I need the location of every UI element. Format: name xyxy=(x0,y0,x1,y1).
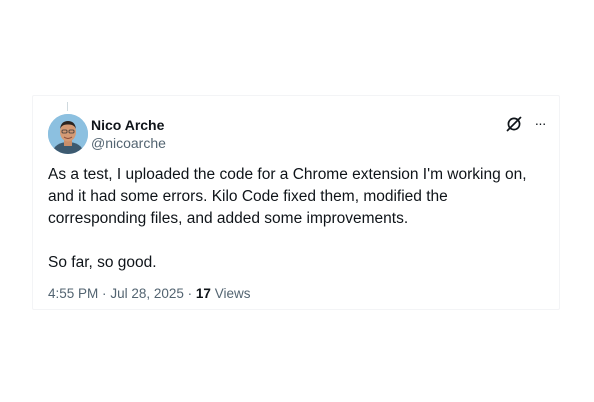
tweet-card[interactable]: Nico Arche @nicoarche ··· As a test, I u… xyxy=(32,95,560,310)
tweet-date[interactable]: Jul 28, 2025 xyxy=(110,286,184,301)
separator: · xyxy=(187,286,193,301)
avatar[interactable] xyxy=(48,114,88,154)
grok-icon[interactable] xyxy=(505,115,523,133)
tweet-paragraph: As a test, I uploaded the code for a Chr… xyxy=(48,166,527,227)
author-handle[interactable]: @nicoarche xyxy=(91,134,166,152)
tweet-text: As a test, I uploaded the code for a Chr… xyxy=(48,164,548,274)
tweet-time[interactable]: 4:55 PM xyxy=(48,286,98,301)
views-label: Views xyxy=(214,286,251,301)
author-name[interactable]: Nico Arche xyxy=(91,116,164,134)
separator: · xyxy=(102,286,107,301)
more-icon[interactable]: ··· xyxy=(530,114,550,132)
thread-line xyxy=(67,102,68,111)
views-count: 17 xyxy=(195,286,211,301)
tweet-paragraph: So far, so good. xyxy=(48,254,157,271)
tweet-meta: 4:55 PM · Jul 28, 2025 · 17 Views xyxy=(48,285,250,303)
